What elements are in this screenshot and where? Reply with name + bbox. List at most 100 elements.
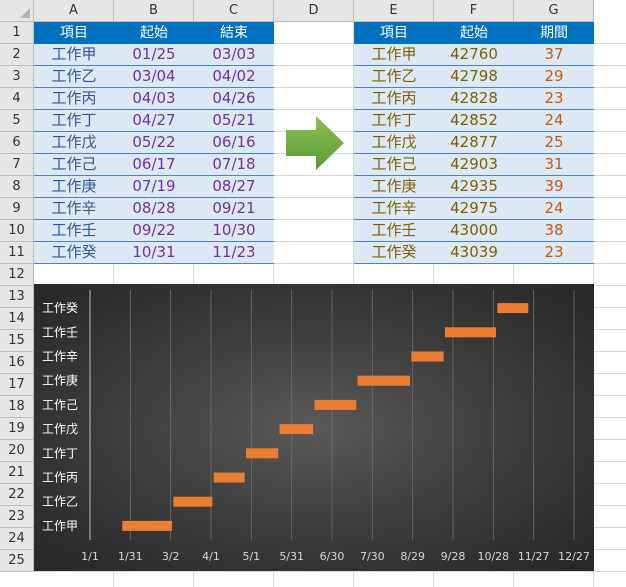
- left-table-cell[interactable]: 07/18: [194, 154, 274, 176]
- row-header-1[interactable]: 1: [0, 22, 34, 44]
- left-table-cell[interactable]: 工作丙: [34, 88, 114, 110]
- row-header-25[interactable]: 25: [0, 550, 34, 572]
- row-header-23[interactable]: 23: [0, 506, 34, 528]
- left-table-cell[interactable]: 04/26: [194, 88, 274, 110]
- right-table-cell[interactable]: 工作丁: [354, 110, 434, 132]
- column-header-F[interactable]: F: [434, 0, 514, 22]
- gantt-bar[interactable]: [357, 375, 410, 386]
- right-table-cell[interactable]: 24: [514, 110, 594, 132]
- right-table-cell[interactable]: 工作丙: [354, 88, 434, 110]
- column-header-A[interactable]: A: [34, 0, 114, 22]
- gantt-bar[interactable]: [444, 327, 497, 338]
- right-table-cell[interactable]: 31: [514, 154, 594, 176]
- row-header-16[interactable]: 16: [0, 352, 34, 374]
- right-table-cell[interactable]: 37: [514, 44, 594, 66]
- right-table-cell[interactable]: 42935: [434, 176, 514, 198]
- right-table-cell[interactable]: 工作辛: [354, 198, 434, 220]
- right-table-cell[interactable]: 工作戊: [354, 132, 434, 154]
- left-table-cell[interactable]: 01/25: [114, 44, 194, 66]
- row-header-7[interactable]: 7: [0, 154, 34, 176]
- right-table-cell[interactable]: 工作乙: [354, 66, 434, 88]
- right-table-cell[interactable]: 38: [514, 220, 594, 242]
- left-table-header[interactable]: 起始: [114, 22, 194, 44]
- right-table-cell[interactable]: 23: [514, 242, 594, 264]
- right-table-header[interactable]: 項目: [354, 22, 434, 44]
- row-header-13[interactable]: 13: [0, 286, 34, 308]
- gantt-bar[interactable]: [497, 303, 529, 314]
- row-header-19[interactable]: 19: [0, 418, 34, 440]
- left-table-cell[interactable]: 工作己: [34, 154, 114, 176]
- column-header-C[interactable]: C: [194, 0, 274, 22]
- row-header-12[interactable]: 12: [0, 264, 34, 286]
- left-table-header[interactable]: 項目: [34, 22, 114, 44]
- left-table-cell[interactable]: 10/31: [114, 242, 194, 264]
- row-header-8[interactable]: 8: [0, 176, 34, 198]
- left-table-cell[interactable]: 11/23: [194, 242, 274, 264]
- row-header-20[interactable]: 20: [0, 440, 34, 462]
- row-header-3[interactable]: 3: [0, 66, 34, 88]
- gantt-bar[interactable]: [279, 424, 314, 435]
- right-table-cell[interactable]: 工作癸: [354, 242, 434, 264]
- column-header-G[interactable]: G: [514, 0, 594, 22]
- right-table-cell[interactable]: 24: [514, 198, 594, 220]
- gantt-bar[interactable]: [245, 448, 279, 459]
- left-table-header[interactable]: 結束: [194, 22, 274, 44]
- left-table-cell[interactable]: 03/04: [114, 66, 194, 88]
- spreadsheet[interactable]: ABCDEFG 1 2 3 4 5 6 7 8 9 10 11 12 13 14 15 16 17 18 19 20 2…: [0, 0, 626, 587]
- right-table-cell[interactable]: 42877: [434, 132, 514, 154]
- left-table-cell[interactable]: 工作乙: [34, 66, 114, 88]
- row-header-5[interactable]: 5: [0, 110, 34, 132]
- right-table-cell[interactable]: 25: [514, 132, 594, 154]
- row-header-2[interactable]: 2: [0, 44, 34, 66]
- right-table-cell[interactable]: 39: [514, 176, 594, 198]
- column-header-E[interactable]: E: [354, 0, 434, 22]
- gantt-bar[interactable]: [411, 351, 444, 362]
- right-table-cell[interactable]: 42903: [434, 154, 514, 176]
- row-header-18[interactable]: 18: [0, 396, 34, 418]
- left-table-cell[interactable]: 工作辛: [34, 198, 114, 220]
- right-table-cell[interactable]: 23: [514, 88, 594, 110]
- row-header-17[interactable]: 17: [0, 374, 34, 396]
- left-table-cell[interactable]: 工作壬: [34, 220, 114, 242]
- left-table-cell[interactable]: 08/28: [114, 198, 194, 220]
- left-table-cell[interactable]: 10/30: [194, 220, 274, 242]
- select-all-corner[interactable]: [0, 0, 34, 22]
- right-table-cell[interactable]: 工作甲: [354, 44, 434, 66]
- row-header-6[interactable]: 6: [0, 132, 34, 154]
- left-table-cell[interactable]: 工作癸: [34, 242, 114, 264]
- row-header-15[interactable]: 15: [0, 330, 34, 352]
- left-table-cell[interactable]: 05/22: [114, 132, 194, 154]
- gantt-bar[interactable]: [213, 472, 245, 483]
- row-header-11[interactable]: 11: [0, 242, 34, 264]
- row-header-4[interactable]: 4: [0, 88, 34, 110]
- right-table-cell[interactable]: 42975: [434, 198, 514, 220]
- left-table-cell[interactable]: 工作丁: [34, 110, 114, 132]
- gantt-bar[interactable]: [173, 496, 213, 507]
- right-table-cell[interactable]: 42760: [434, 44, 514, 66]
- right-table-cell[interactable]: 29: [514, 66, 594, 88]
- right-table-cell[interactable]: 42852: [434, 110, 514, 132]
- row-header-21[interactable]: 21: [0, 462, 34, 484]
- left-table-cell[interactable]: 09/21: [194, 198, 274, 220]
- left-table-cell[interactable]: 07/19: [114, 176, 194, 198]
- right-table-cell[interactable]: 工作己: [354, 154, 434, 176]
- left-table-cell[interactable]: 03/03: [194, 44, 274, 66]
- column-header-B[interactable]: B: [114, 0, 194, 22]
- left-table-cell[interactable]: 06/16: [194, 132, 274, 154]
- left-table-cell[interactable]: 06/17: [114, 154, 194, 176]
- left-table-cell[interactable]: 04/03: [114, 88, 194, 110]
- gantt-bar[interactable]: [314, 399, 357, 410]
- row-header-10[interactable]: 10: [0, 220, 34, 242]
- right-table-cell[interactable]: 43000: [434, 220, 514, 242]
- left-table-cell[interactable]: 08/27: [194, 176, 274, 198]
- left-table-cell[interactable]: 04/27: [114, 110, 194, 132]
- left-table-cell[interactable]: 05/21: [194, 110, 274, 132]
- right-table-cell[interactable]: 42828: [434, 88, 514, 110]
- row-header-14[interactable]: 14: [0, 308, 34, 330]
- row-header-9[interactable]: 9: [0, 198, 34, 220]
- right-table-cell[interactable]: 工作庚: [354, 176, 434, 198]
- right-table-cell[interactable]: 42798: [434, 66, 514, 88]
- row-header-22[interactable]: 22: [0, 484, 34, 506]
- row-header-24[interactable]: 24: [0, 528, 34, 550]
- gantt-bar[interactable]: [122, 520, 173, 531]
